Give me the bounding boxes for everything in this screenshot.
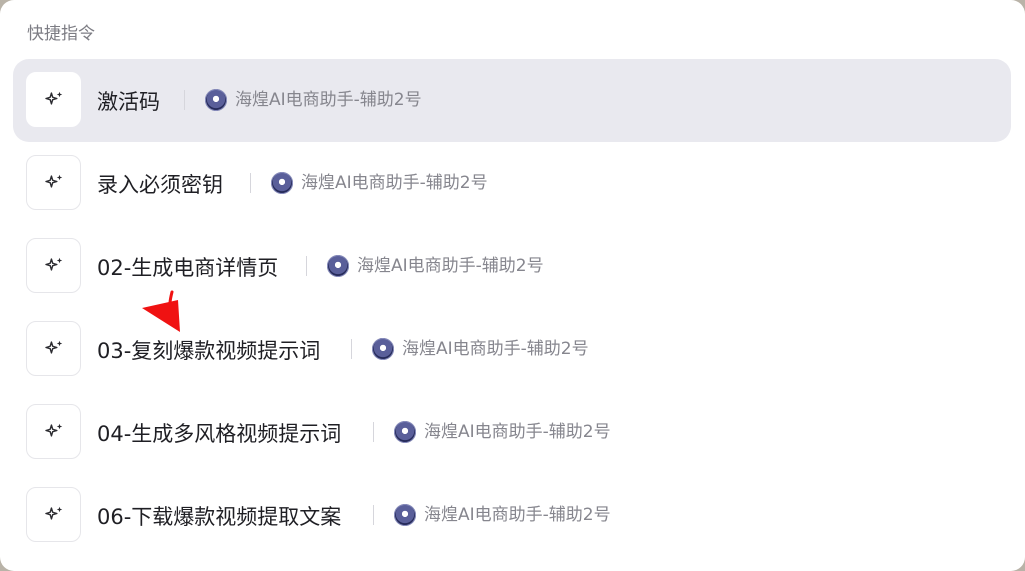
sparkle-icon <box>44 174 62 188</box>
bot-avatar-icon <box>205 89 227 111</box>
command-item-download-video-text[interactable]: 06-下载爆款视频提取文案 海煌AI电商助手-辅助2号 <box>13 474 1011 557</box>
command-bot: 海煌AI电商助手-辅助2号 <box>351 337 589 361</box>
command-icon-box <box>26 238 81 293</box>
command-bot: 海煌AI电商助手-辅助2号 <box>306 254 544 278</box>
command-bot: 海煌AI电商助手-辅助2号 <box>373 420 611 444</box>
command-bot: 海煌AI电商助手-辅助2号 <box>184 88 422 112</box>
command-icon-box <box>26 72 81 127</box>
command-icon-box <box>26 321 81 376</box>
red-arrow-icon <box>142 290 180 332</box>
command-item-enter-key[interactable]: 录入必须密钥 海煌AI电商助手-辅助2号 <box>13 142 1011 225</box>
bot-name: 海煌AI电商助手-辅助2号 <box>424 422 611 442</box>
sparkle-icon <box>44 506 62 520</box>
command-label: 02-生成电商详情页 <box>97 256 279 280</box>
command-label: 04-生成多风格视频提示词 <box>97 422 342 446</box>
command-label: 录入必须密钥 <box>97 173 223 197</box>
bot-name: 海煌AI电商助手-辅助2号 <box>235 90 422 110</box>
bot-avatar-icon <box>394 504 416 526</box>
sparkle-icon <box>44 423 62 437</box>
bot-name: 海煌AI电商助手-辅助2号 <box>424 505 611 525</box>
sparkle-icon <box>44 257 62 271</box>
bot-name: 海煌AI电商助手-辅助2号 <box>402 339 589 359</box>
bot-name: 海煌AI电商助手-辅助2号 <box>301 173 488 193</box>
bot-avatar-icon <box>327 255 349 277</box>
bot-name: 海煌AI电商助手-辅助2号 <box>357 256 544 276</box>
command-label: 06-下载爆款视频提取文案 <box>97 505 342 529</box>
sparkle-icon <box>44 91 62 105</box>
bot-avatar-icon <box>394 421 416 443</box>
command-item-activation-code[interactable]: 激活码 海煌AI电商助手-辅助2号 <box>13 59 1011 142</box>
panel-title: 快捷指令 <box>27 24 95 44</box>
command-item-multi-style-video-prompt[interactable]: 04-生成多风格视频提示词 海煌AI电商助手-辅助2号 <box>13 391 1011 474</box>
shortcut-commands-panel: 快捷指令 激活码 海煌AI电商助手-辅助2号 录入必须密钥 海煌AI电商助手-辅… <box>0 0 1025 571</box>
command-icon-box <box>26 487 81 542</box>
bot-avatar-icon <box>271 172 293 194</box>
divider <box>351 339 352 359</box>
sparkle-icon <box>44 340 62 354</box>
divider <box>306 256 307 276</box>
divider <box>373 505 374 525</box>
divider <box>250 173 251 193</box>
divider <box>184 90 185 110</box>
command-bot: 海煌AI电商助手-辅助2号 <box>373 503 611 527</box>
bot-avatar-icon <box>372 338 394 360</box>
command-label: 03-复刻爆款视频提示词 <box>97 339 321 363</box>
command-icon-box <box>26 404 81 459</box>
command-icon-box <box>26 155 81 210</box>
command-bot: 海煌AI电商助手-辅助2号 <box>250 171 488 195</box>
command-label: 激活码 <box>97 90 160 114</box>
divider <box>373 422 374 442</box>
